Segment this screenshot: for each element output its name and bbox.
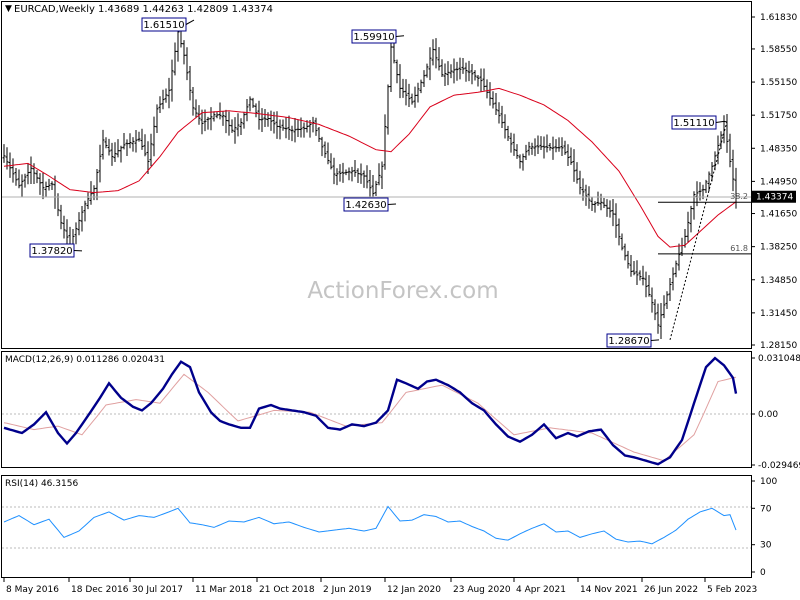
svg-text:1.59910: 1.59910 [353,32,394,43]
swing-label: 1.37820 [29,243,83,258]
svg-text:1.41650: 1.41650 [760,210,797,220]
macd-axis-tick: 0.031048 [751,354,800,364]
fib-level-label: 38.2 [730,192,748,201]
svg-text:1.44950: 1.44950 [760,177,797,187]
svg-text:1.48350: 1.48350 [760,144,797,154]
svg-text:5 Feb 2023: 5 Feb 2023 [707,585,757,595]
svg-text:1.37820: 1.37820 [31,246,72,257]
svg-text:8 May 2016: 8 May 2016 [6,585,59,595]
svg-text:0.031048: 0.031048 [758,354,800,364]
svg-text:18 Dec 2016: 18 Dec 2016 [71,585,129,595]
svg-text:1.58550: 1.58550 [760,45,797,55]
svg-text:1.55150: 1.55150 [760,78,797,88]
forex-chart: ▼ EURCAD,Weekly 1.43689 1.44263 1.42809 … [0,0,800,600]
svg-text:14 Nov 2021: 14 Nov 2021 [580,585,638,595]
svg-text:30: 30 [760,541,772,551]
svg-text:1.28150: 1.28150 [760,341,797,351]
svg-text:1.38250: 1.38250 [760,243,797,253]
watermark: ActionForex.com [307,278,498,304]
chart-symbol-title: EURCAD,Weekly [14,4,95,15]
svg-text:1.42630: 1.42630 [345,200,386,211]
svg-text:0: 0 [760,568,766,578]
svg-text:1.61830: 1.61830 [760,13,797,23]
svg-text:70: 70 [760,504,772,514]
svg-text:11 Mar 2018: 11 Mar 2018 [195,585,252,595]
svg-text:1.43374: 1.43374 [756,193,793,203]
header-menu-glyph[interactable]: ▼ [5,4,12,14]
macd-title: MACD(12,26,9) 0.011286 0.020431 [5,355,165,365]
swing-label: 1.28670 [606,333,660,348]
svg-text:1.28670: 1.28670 [608,336,649,347]
svg-text:30 Jul 2017: 30 Jul 2017 [132,585,183,595]
swing-label: 1.51110 [671,115,725,130]
svg-text:1.61510: 1.61510 [143,20,184,31]
svg-text:1.31450: 1.31450 [760,309,797,319]
svg-text:100: 100 [760,477,777,487]
svg-text:-0.029469: -0.029469 [758,461,800,471]
svg-text:12 Jan 2020: 12 Jan 2020 [387,585,441,595]
rsi-title: RSI(14) 46.3156 [5,479,78,489]
macd-axis-tick: -0.029469 [751,461,800,471]
svg-text:21 Oct 2018: 21 Oct 2018 [259,585,315,595]
svg-text:2 Jun 2019: 2 Jun 2019 [323,585,372,595]
swing-label: 1.59910 [351,29,405,44]
fib-level-label: 61.8 [730,244,748,253]
svg-text:4 Apr 2021: 4 Apr 2021 [516,585,566,595]
svg-text:1.34850: 1.34850 [760,276,797,286]
chart-ohlc-readout: 1.43689 1.44263 1.42809 1.43374 [98,4,273,15]
swing-label: 1.42630 [343,197,397,212]
svg-text:1.51110: 1.51110 [673,118,714,129]
svg-text:23 Aug 2020: 23 Aug 2020 [453,585,511,595]
svg-text:1.51750: 1.51750 [760,111,797,121]
current-price-tag: 1.43374 [752,190,796,203]
swing-label: 1.61510 [141,17,195,32]
svg-text:0.00: 0.00 [758,410,778,420]
svg-text:26 Jun 2022: 26 Jun 2022 [644,585,698,595]
